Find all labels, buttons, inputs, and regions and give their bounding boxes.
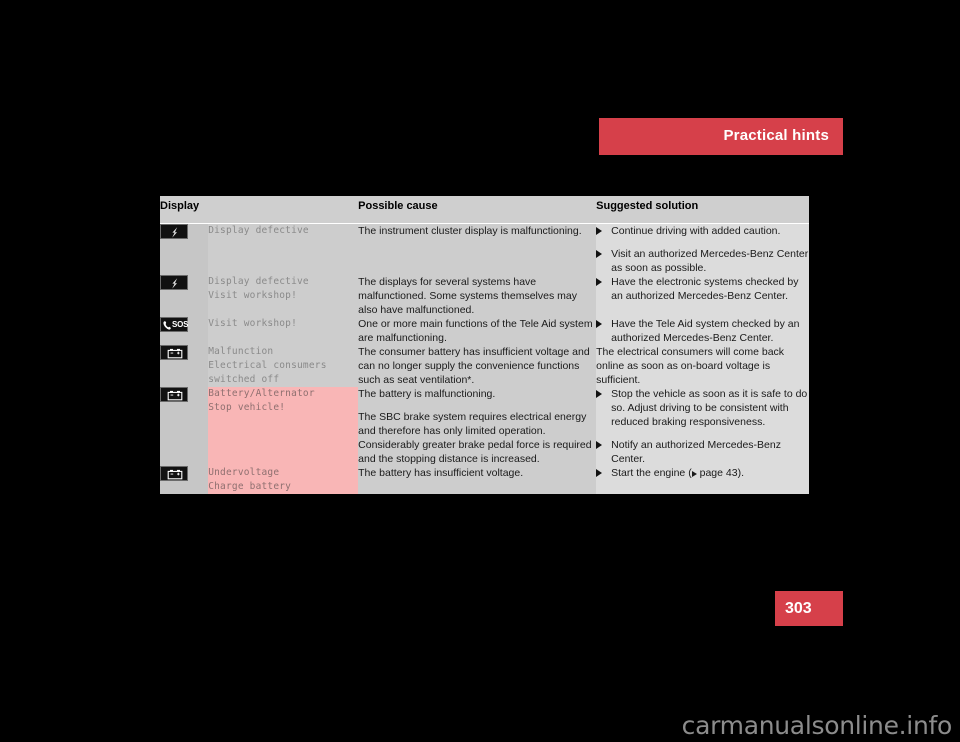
bullet-triangle-icon — [596, 469, 603, 477]
page-reference-text: page 43). — [696, 467, 744, 479]
solution-list-item: Visit an authorized Mercedes-Benz Center… — [596, 247, 809, 275]
display-message-line: switched off — [208, 374, 280, 385]
display-message-line: Stop vehicle! — [208, 402, 286, 413]
possible-cause-cell: The instrument cluster display is malfun… — [358, 223, 597, 275]
display-message-cell: Visit workshop! — [208, 317, 359, 345]
possible-cause-cell: The battery has insufficient voltage. — [358, 466, 597, 494]
solution-list: Continue driving with added caution. Visi… — [596, 224, 809, 275]
page-number-badge: 303 — [775, 591, 843, 626]
warning-messages-table: Display Possible cause Suggested solutio… — [160, 196, 809, 494]
display-icon-cell — [160, 466, 209, 494]
cause-paragraph: The instrument cluster display is malfun… — [358, 225, 582, 237]
display-message-cell: Display defective — [208, 223, 359, 275]
lightning-bolt-icon — [160, 224, 188, 239]
table-row: Display defective The instrument cluster … — [160, 223, 809, 275]
solution-text: Start the engine ( — [611, 467, 692, 479]
page-number: 303 — [785, 600, 812, 617]
possible-cause-cell: The consumer battery has insufficient vo… — [358, 345, 597, 387]
lightning-bolt-icon — [160, 275, 188, 290]
display-message-line: Visit workshop! — [208, 290, 298, 301]
display-message-cell: Malfunction Electrical consumers switched … — [208, 345, 359, 387]
battery-icon — [160, 387, 188, 402]
display-icon-cell — [160, 275, 209, 317]
phone-sos-icon: SOS — [160, 317, 189, 332]
solution-text: Have the Tele Aid system checked by an a… — [611, 318, 800, 344]
cause-paragraph: The battery has insufficient voltage. — [358, 467, 524, 479]
display-icon-cell — [160, 345, 209, 387]
header-banner: Practical hints — [599, 118, 843, 155]
solution-text: Continue driving with added caution. — [611, 225, 781, 237]
page-title: Practical hints — [723, 127, 829, 144]
table-row: SOS Visit workshop! One or more main funct… — [160, 317, 809, 345]
solution-list-item: Notify an authorized Mercedes-Benz Cente… — [596, 438, 809, 466]
solution-list: Have the electronic systems checked by a… — [596, 275, 809, 303]
suggested-solution-cell: The electrical consumers will come back … — [596, 345, 809, 387]
battery-icon — [160, 345, 188, 360]
solution-list-item: Have the Tele Aid system checked by an a… — [596, 317, 809, 345]
display-icon-cell: SOS — [160, 317, 209, 345]
table-row: Undervoltage Charge battery The battery ha… — [160, 466, 809, 494]
solution-list: Have the Tele Aid system checked by an a… — [596, 317, 809, 345]
solution-list-item: Start the engine ( page 43). — [596, 466, 809, 480]
watermark: carmanualsonline.info — [681, 711, 953, 740]
bullet-triangle-icon — [596, 227, 603, 235]
display-message-cell: Display defective Visit workshop! — [208, 275, 359, 317]
possible-cause-cell: The battery is malfunctioning. The SBC br… — [358, 387, 597, 466]
possible-cause-cell: The displays for several systems have ma… — [358, 275, 597, 317]
table-header-row: Display Possible cause Suggested solutio… — [160, 196, 809, 224]
table-row: Display defective Visit workshop! The disp… — [160, 275, 809, 317]
solution-list: Start the engine ( page 43). — [596, 466, 809, 480]
solution-text: Notify an authorized Mercedes-Benz Cente… — [611, 439, 781, 465]
bullet-triangle-icon — [596, 390, 603, 398]
solution-paragraph: The electrical consumers will come back … — [596, 346, 785, 386]
battery-icon — [160, 466, 188, 481]
display-message-cell: Undervoltage Charge battery — [208, 466, 359, 494]
display-icon-cell — [160, 223, 209, 275]
display-icon-cell — [160, 387, 209, 466]
bullet-triangle-icon — [596, 320, 603, 328]
solution-text: Stop the vehicle as soon as it is safe t… — [611, 388, 808, 428]
display-message-line: Undervoltage — [208, 467, 280, 478]
display-message-line: Visit workshop! — [208, 318, 298, 329]
cause-paragraph: The battery is malfunctioning. — [358, 388, 496, 400]
bullet-triangle-icon — [596, 250, 603, 258]
solution-list-item: Continue driving with added caution. — [596, 224, 809, 238]
bullet-triangle-icon — [596, 441, 603, 449]
bullet-triangle-icon — [596, 278, 603, 286]
possible-cause-cell: One or more main functions of the Tele A… — [358, 317, 597, 345]
page-reference[interactable]: page 43). — [691, 467, 744, 479]
cause-paragraph: The consumer battery has insufficient vo… — [358, 346, 590, 386]
column-header-display-spacer — [208, 196, 359, 224]
suggested-solution-cell: Start the engine ( page 43). — [596, 466, 809, 494]
solution-text: Have the electronic systems checked by a… — [611, 276, 799, 302]
cause-paragraph: The SBC brake system requires electrical… — [358, 411, 592, 465]
display-message-cell: Battery/Alternator Stop vehicle! — [208, 387, 359, 466]
suggested-solution-cell: Have the Tele Aid system checked by an a… — [596, 317, 809, 345]
suggested-solution-cell: Continue driving with added caution. Visi… — [596, 223, 809, 275]
cause-paragraph: One or more main functions of the Tele A… — [358, 318, 593, 344]
display-message-line: Electrical consumers — [208, 360, 327, 371]
display-message-line: Battery/Alternator — [208, 388, 315, 399]
column-header-display: Display — [160, 196, 209, 224]
display-message-line: Display defective — [208, 225, 309, 236]
solution-list-item: Stop the vehicle as soon as it is safe t… — [596, 387, 809, 429]
suggested-solution-cell: Stop the vehicle as soon as it is safe t… — [596, 387, 809, 466]
column-header-possible-cause: Possible cause — [358, 196, 597, 224]
column-header-suggested-solution: Suggested solution — [596, 196, 809, 224]
solution-text: Visit an authorized Mercedes-Benz Center… — [611, 248, 809, 274]
solution-list-item: Have the electronic systems checked by a… — [596, 275, 809, 303]
display-message-line: Charge battery — [208, 481, 292, 492]
table-row: Battery/Alternator Stop vehicle! The batte… — [160, 387, 809, 466]
display-message-line: Malfunction — [208, 346, 274, 357]
cause-paragraph: The displays for several systems have ma… — [358, 276, 577, 316]
table-row: Malfunction Electrical consumers switched … — [160, 345, 809, 387]
suggested-solution-cell: Have the electronic systems checked by a… — [596, 275, 809, 317]
display-message-line: Display defective — [208, 276, 309, 287]
solution-list: Stop the vehicle as soon as it is safe t… — [596, 387, 809, 466]
